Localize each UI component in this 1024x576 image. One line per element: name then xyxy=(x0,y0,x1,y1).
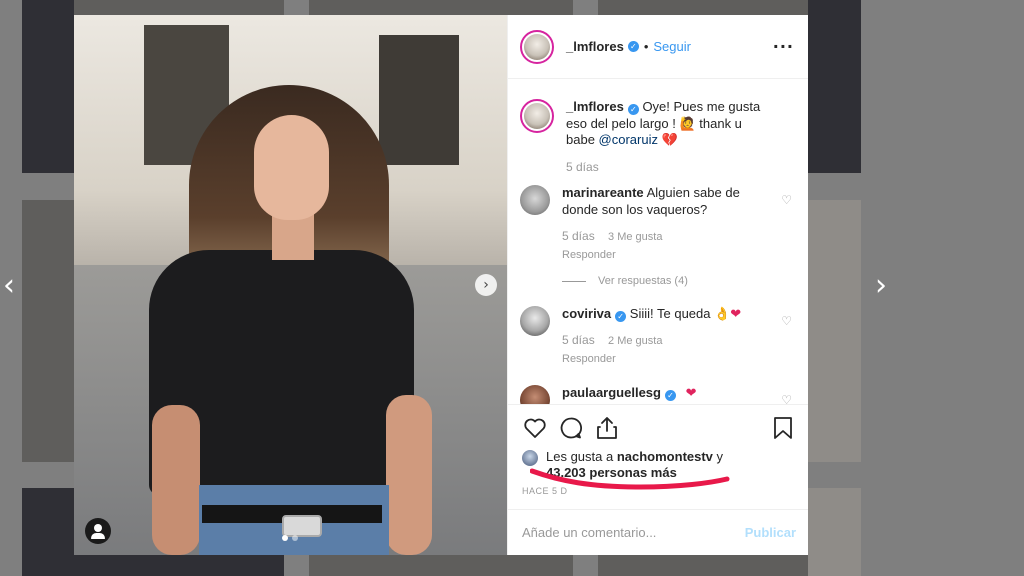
comment-composer: Publicar xyxy=(508,509,808,555)
carousel-dot-active xyxy=(282,535,288,541)
bookmark-icon[interactable] xyxy=(770,415,796,441)
post-photo[interactable]: › xyxy=(74,15,507,555)
background-thumbnail xyxy=(74,555,284,576)
previous-post-arrow[interactable]: ‹ xyxy=(0,268,24,304)
separator-dot: • xyxy=(643,39,649,54)
verified-badge-icon: ✓ xyxy=(615,310,627,322)
reply-button[interactable]: Responder xyxy=(562,247,767,264)
background-thumbnail xyxy=(74,0,284,15)
likes-prefix: Les gusta a xyxy=(546,449,614,464)
next-post-arrow[interactable]: › xyxy=(866,268,896,304)
red-heart-emoji: ❤ xyxy=(730,305,742,321)
comment-likes[interactable]: 3 Me gusta xyxy=(608,231,662,243)
post-modal: › _lmflores ✓ • Seguir ··· _lmflores ✓ Oy… xyxy=(74,15,808,555)
red-heart-emoji: ❤ xyxy=(685,385,697,400)
action-icons xyxy=(522,413,796,443)
comment-bubble-icon[interactable] xyxy=(558,415,584,441)
comment-likes[interactable]: 2 Me gusta xyxy=(608,335,662,347)
comment-time: 5 días xyxy=(562,333,595,347)
next-image-button[interactable]: › xyxy=(475,274,497,296)
post-side-panel: _lmflores ✓ • Seguir ··· _lmflores ✓ Oye!… xyxy=(507,15,808,555)
post-actions: Les gusta a nachomontestv y 43.203 perso… xyxy=(508,404,808,496)
commenter-avatar[interactable] xyxy=(520,385,550,404)
publish-button[interactable]: Publicar xyxy=(745,525,796,540)
caption-time: 5 días xyxy=(566,159,599,174)
background-thumbnail xyxy=(22,0,74,173)
carousel-dots xyxy=(282,535,298,541)
background-thumbnail xyxy=(598,555,808,576)
caption-author[interactable]: _lmflores xyxy=(566,99,624,114)
photo-buckle xyxy=(282,515,322,537)
view-replies-label: Ver respuestas (4) xyxy=(598,275,688,287)
photo-face xyxy=(254,115,329,220)
tagged-users-icon[interactable] xyxy=(85,518,111,544)
highlight-underline-stroke xyxy=(530,468,730,490)
broken-heart-emoji: 💔 xyxy=(661,132,678,147)
comments-list[interactable]: _lmflores ✓ Oye! Pues me gusta eso del pe… xyxy=(508,79,808,404)
comment-like-heart-icon[interactable]: ♡ xyxy=(781,314,792,328)
background-thumbnail xyxy=(808,200,861,462)
comment-meta: 5 días 3 Me gusta xyxy=(562,228,767,246)
view-replies-button[interactable]: Ver respuestas (4) xyxy=(562,273,767,290)
comment-like-heart-icon[interactable]: ♡ xyxy=(781,193,792,207)
caption-meta: 5 días xyxy=(566,159,771,176)
comment-like-heart-icon[interactable]: ♡ xyxy=(781,393,792,404)
comment-item: coviriva ✓ Siiii! Te queda 👌❤ 5 días 2 Me… xyxy=(520,305,792,368)
comment-item: marinareante Alguien sabe de donde son l… xyxy=(520,185,792,290)
background-thumbnail xyxy=(808,0,861,173)
post-header: _lmflores ✓ • Seguir ··· xyxy=(508,15,808,79)
photo-arm xyxy=(152,405,200,555)
liker-avatar xyxy=(522,450,538,466)
background-thumbnail xyxy=(309,555,573,576)
comment-text: Siiii! Te queda 👌 xyxy=(629,305,731,321)
liker-username[interactable]: nachomontestv xyxy=(617,449,713,464)
share-icon[interactable] xyxy=(594,415,620,441)
author-avatar[interactable] xyxy=(520,29,554,64)
likes-suffix: y xyxy=(716,449,724,464)
follow-button[interactable]: Seguir xyxy=(653,39,691,54)
verified-badge-icon: ✓ xyxy=(627,104,639,115)
background-thumbnail xyxy=(598,0,808,15)
more-options-icon[interactable]: ··· xyxy=(773,37,794,56)
verified-badge-icon: ✓ xyxy=(664,390,676,401)
photo-window xyxy=(379,35,459,165)
caption-author-avatar[interactable] xyxy=(520,99,554,133)
reply-button[interactable]: Responder xyxy=(562,351,767,368)
comment-username[interactable]: paulaarguellesg xyxy=(562,385,661,400)
like-heart-icon[interactable] xyxy=(522,415,548,441)
comment-username[interactable]: marinareante xyxy=(562,185,644,200)
caption-mention[interactable]: @coraruiz xyxy=(599,132,658,147)
author-username[interactable]: _lmflores xyxy=(566,39,624,54)
commenter-avatar[interactable] xyxy=(520,185,550,215)
photo-arm xyxy=(386,395,432,555)
background-thumbnail xyxy=(22,200,74,462)
commenter-avatar[interactable] xyxy=(520,305,550,336)
comment-time: 5 días xyxy=(562,229,595,243)
verified-badge-icon: ✓ xyxy=(627,41,639,52)
comment-meta: 5 días 2 Me gusta xyxy=(562,332,767,350)
replies-divider-line xyxy=(562,280,586,282)
caption: _lmflores ✓ Oye! Pues me gusta eso del pe… xyxy=(520,99,792,175)
comment-input[interactable] xyxy=(522,525,745,540)
carousel-dot xyxy=(292,535,298,541)
comment-item: paulaarguellesg ✓ ❤ ♡ xyxy=(520,385,792,404)
background-thumbnail xyxy=(309,0,573,15)
comment-username[interactable]: coviriva xyxy=(562,306,611,321)
background-thumbnail xyxy=(22,488,74,576)
background-thumbnail xyxy=(808,488,861,576)
